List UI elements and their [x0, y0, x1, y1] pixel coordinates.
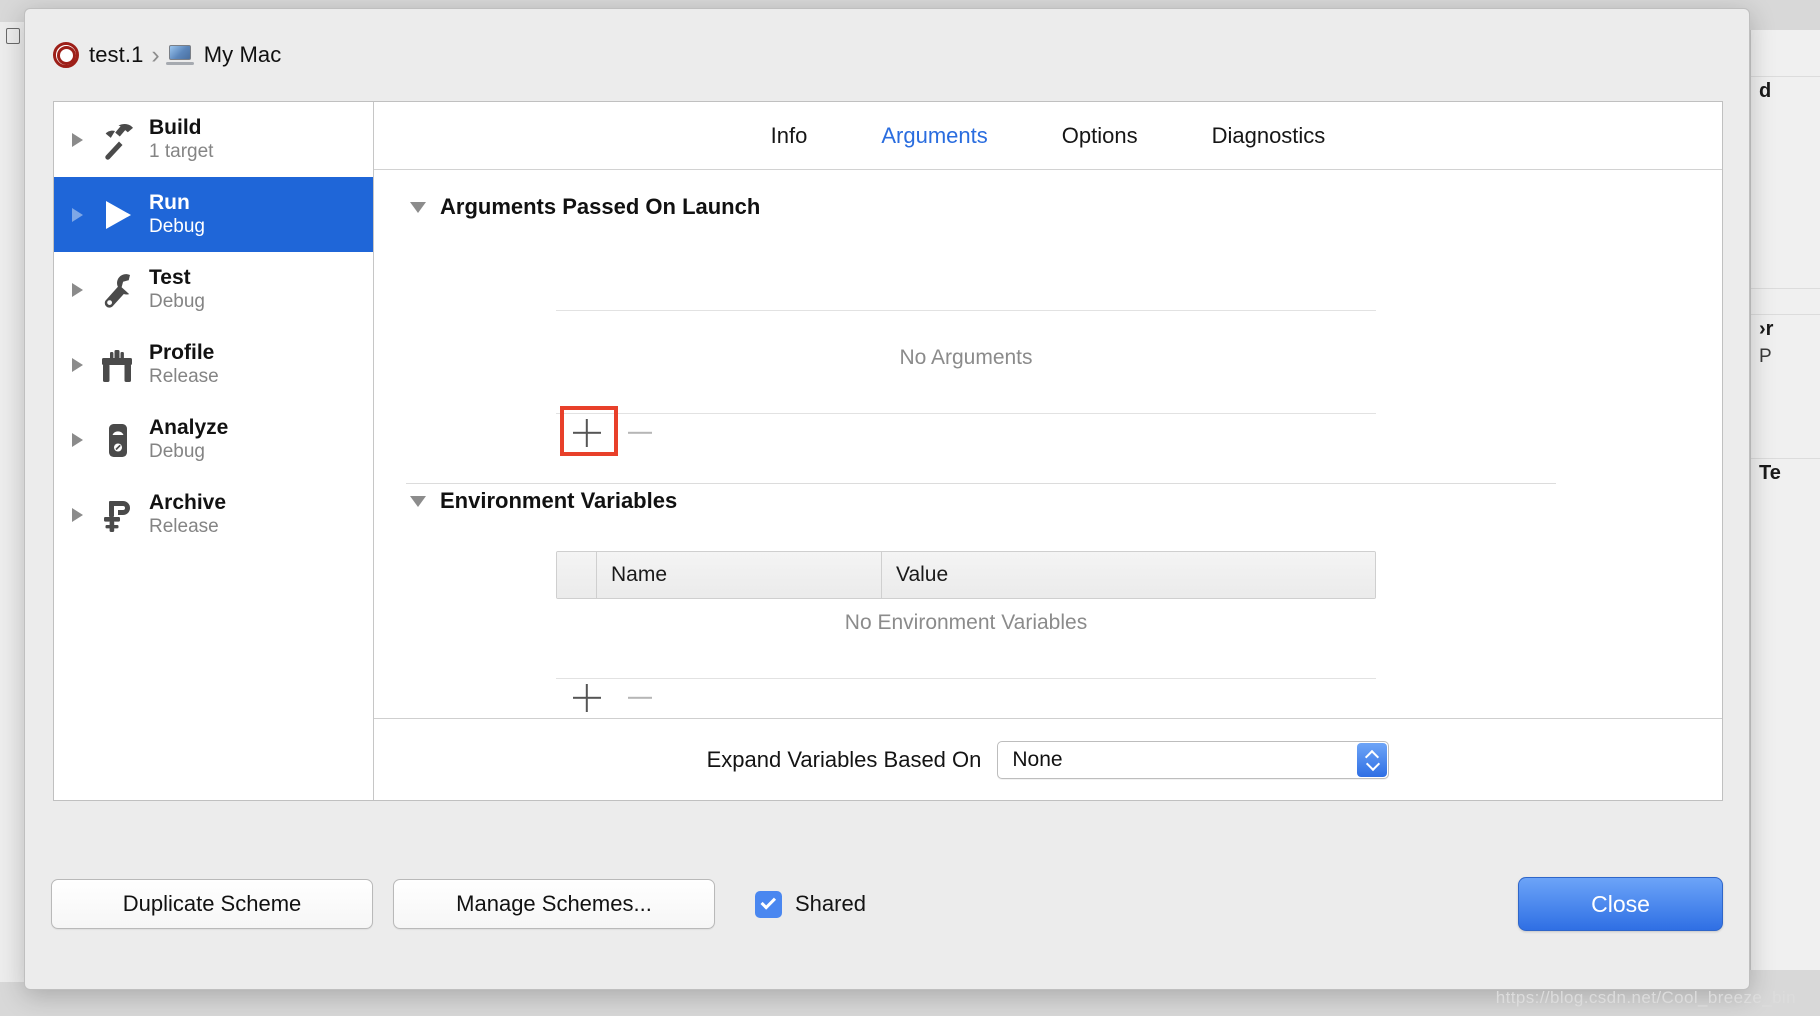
manage-schemes-button[interactable]: Manage Schemes... — [393, 879, 715, 929]
expand-variables-select[interactable]: None — [997, 741, 1389, 779]
breadcrumb: test.1 › My Mac — [25, 9, 1749, 101]
laptop-icon — [166, 45, 194, 65]
sidebar-item-subtitle: Debug — [149, 291, 205, 313]
environment-buttons — [569, 680, 659, 716]
table-header-name[interactable]: Name — [597, 552, 882, 598]
wrench-icon — [97, 269, 137, 311]
breadcrumb-scheme-label: test.1 — [89, 42, 143, 68]
target-icon — [53, 42, 79, 68]
arguments-top-rule — [556, 310, 1376, 311]
expand-variables-label: Expand Variables Based On — [707, 747, 982, 773]
sidebar-item-subtitle: Debug — [149, 441, 228, 463]
environment-empty-message: No Environment Variables — [556, 611, 1376, 635]
chevron-down-icon[interactable] — [410, 496, 426, 507]
scheme-editor-sheet: test.1 › My Mac — [24, 8, 1750, 990]
chevron-down-icon[interactable] — [410, 202, 426, 213]
sidebar-item-run[interactable]: Run Debug — [54, 177, 373, 252]
watermark: https://blog.csdn.net/Cool_breeze_bin — [1496, 988, 1796, 1008]
shared-label: Shared — [795, 891, 866, 917]
table-header-row: Name Value — [557, 552, 1375, 598]
sidebar-item-title: Build — [149, 116, 213, 141]
sidebar-item-title: Test — [149, 266, 205, 291]
background-fragment-0: d — [1759, 77, 1820, 105]
environment-bottom-rule — [556, 678, 1376, 679]
sidebar-item-title: Profile — [149, 341, 219, 366]
disclosure-triangle-icon[interactable] — [72, 433, 83, 447]
sidebar-item-test[interactable]: Test Debug — [54, 252, 373, 327]
sidebar-item-archive[interactable]: Archive Release — [54, 477, 373, 552]
background-fragment-2: P — [1759, 343, 1820, 371]
disclosure-triangle-icon[interactable] — [72, 508, 83, 522]
arguments-buttons — [569, 415, 659, 451]
chevron-updown-icon[interactable] — [1357, 743, 1387, 777]
document-icon — [6, 28, 20, 44]
sidebar-item-subtitle: Release — [149, 516, 226, 538]
duplicate-scheme-button[interactable]: Duplicate Scheme — [51, 879, 373, 929]
pane-body: Arguments Passed On Launch No Arguments — [374, 170, 1722, 800]
arguments-section-header[interactable]: Arguments Passed On Launch — [410, 170, 1722, 220]
sidebar-item-title: Run — [149, 191, 205, 216]
close-button[interactable]: Close — [1518, 877, 1723, 931]
sidebar-item-title: Analyze — [149, 416, 228, 441]
remove-environment-variable-button[interactable] — [623, 680, 659, 716]
disclosure-triangle-icon[interactable] — [72, 208, 83, 222]
sidebar-item-build[interactable]: Build 1 target — [54, 102, 373, 177]
remove-argument-button[interactable] — [623, 415, 659, 451]
editor-pane: Info Arguments Options Diagnostics Argum… — [374, 102, 1722, 800]
background-fragment-1: ›r — [1759, 315, 1820, 343]
add-argument-button[interactable] — [569, 415, 605, 451]
environment-section-title: Environment Variables — [440, 488, 677, 514]
dialog-footer: Duplicate Scheme Manage Schemes... Share… — [25, 799, 1749, 989]
disclosure-triangle-icon[interactable] — [72, 133, 83, 147]
background-fragment-3: Te — [1759, 459, 1820, 487]
arguments-section-divider — [406, 483, 1556, 484]
editor-card: Build 1 target Run Debug — [53, 101, 1723, 801]
arguments-bottom-rule — [556, 413, 1376, 414]
tab-diagnostics[interactable]: Diagnostics — [1206, 119, 1332, 153]
tab-bar: Info Arguments Options Diagnostics — [374, 102, 1722, 170]
scheme-actions-sidebar: Build 1 target Run Debug — [54, 102, 374, 800]
disclosure-triangle-icon[interactable] — [72, 358, 83, 372]
sidebar-item-title: Archive — [149, 491, 226, 516]
disclosure-triangle-icon[interactable] — [72, 283, 83, 297]
shared-checkbox[interactable] — [755, 891, 782, 918]
expand-variables-value: None — [1012, 748, 1062, 772]
environment-variables-table: Name Value — [556, 551, 1376, 599]
shared-checkbox-group[interactable]: Shared — [755, 879, 866, 929]
tab-options[interactable]: Options — [1056, 119, 1144, 153]
breadcrumb-scheme[interactable]: test.1 — [53, 42, 143, 68]
arguments-empty-message: No Arguments — [556, 346, 1376, 370]
arguments-section-title: Arguments Passed On Launch — [440, 194, 760, 220]
tab-info[interactable]: Info — [765, 119, 814, 153]
gauge-icon — [97, 419, 137, 461]
table-header-value[interactable]: Value — [882, 552, 1375, 598]
add-environment-variable-button[interactable] — [569, 680, 605, 716]
screen-root: d ›r P Te test.1 › My Mac — [0, 0, 1820, 1016]
sidebar-item-analyze[interactable]: Analyze Debug — [54, 402, 373, 477]
breadcrumb-destination-label: My Mac — [204, 42, 282, 68]
play-triangle-icon — [97, 194, 137, 236]
sidebar-item-profile[interactable]: Profile Release — [54, 327, 373, 402]
expand-variables-bar: Expand Variables Based On None — [374, 718, 1722, 800]
breadcrumb-destination[interactable]: My Mac — [166, 42, 282, 68]
table-header-checkbox-column — [557, 552, 597, 598]
breadcrumb-separator-icon: › — [151, 41, 159, 70]
sidebar-item-subtitle: Release — [149, 366, 219, 388]
caliper-icon — [97, 344, 137, 386]
checkmark-icon — [760, 894, 776, 910]
tab-arguments[interactable]: Arguments — [875, 119, 993, 153]
sidebar-item-subtitle: Debug — [149, 216, 205, 238]
background-right-panel: d ›r P Te — [1750, 30, 1820, 970]
hammer-icon — [97, 119, 137, 161]
sidebar-item-subtitle: 1 target — [149, 141, 213, 163]
clamp-icon — [97, 494, 137, 536]
environment-section-header[interactable]: Environment Variables — [410, 488, 677, 514]
